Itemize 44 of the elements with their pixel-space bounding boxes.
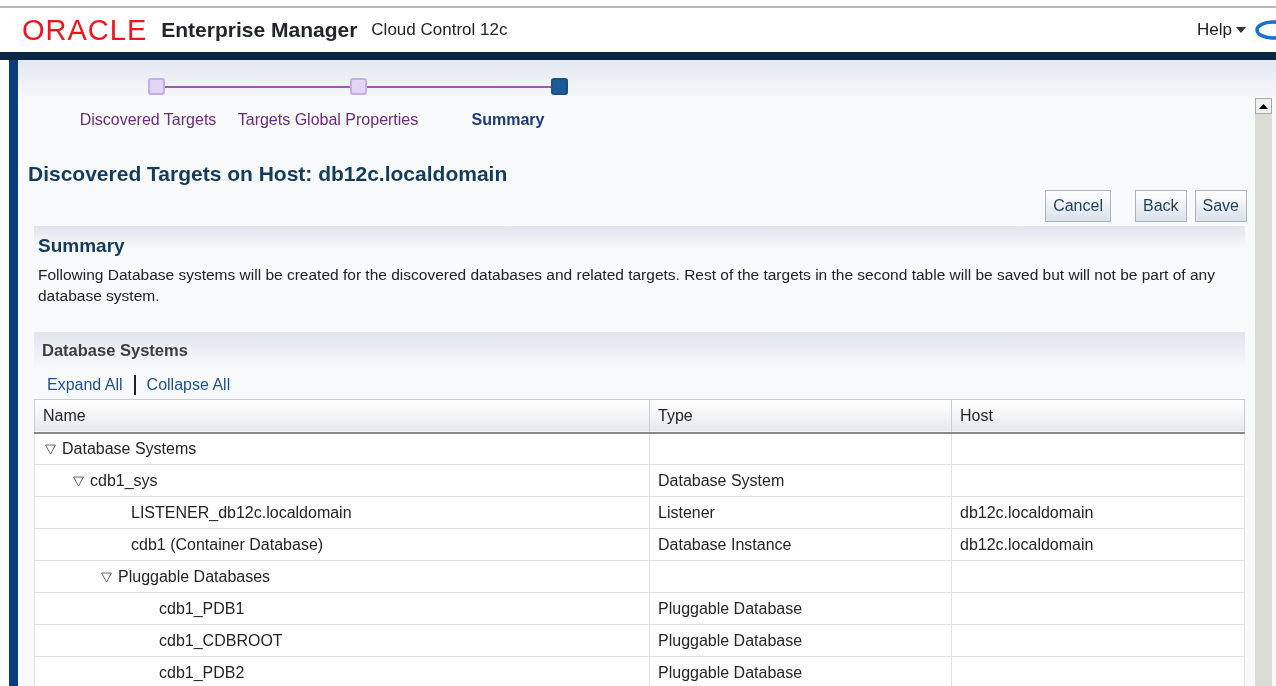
target-name: cdb1 (Container Database) [131,535,324,553]
target-type: Pluggable Database [649,624,952,657]
scroll-up-button[interactable] [1255,98,1272,114]
step-link[interactable]: Targets Global Properties [237,108,419,132]
oracle-logo: ORACLE [22,15,148,45]
step-marker[interactable] [148,78,165,95]
step-link[interactable]: Discovered Targets [79,108,217,132]
target-name: cdb1_CDBROOT [159,631,283,649]
collapse-triangle-icon[interactable] [101,572,112,583]
target-name: cdb1_sys [90,471,158,489]
target-type: Database Instance [649,528,952,561]
save-button[interactable]: Save [1194,189,1247,222]
target-type: Pluggable Database [649,592,952,625]
section-title: Summary [37,233,126,258]
step-marker[interactable] [349,78,367,95]
collapse-triangle-icon[interactable] [45,444,56,456]
caret-icon [1236,27,1246,33]
target-host: db12c.localdomain [951,496,1245,529]
target-type: Database System [649,464,952,497]
product-edition: Cloud Control 12c [371,19,508,42]
target-name: Database Systems [62,440,197,457]
collapse-triangle-icon[interactable] [73,476,84,487]
column-header[interactable]: Type [649,399,952,433]
target-type: Listener [649,496,952,529]
page-title: Discovered Targets on Host: db12c.localdomain [28,161,509,187]
target-name: Pluggable Databases [118,567,271,585]
cancel-button[interactable]: Cancel [1045,189,1111,222]
target-name: LISTENER_db12c.localdomain [131,503,352,521]
help-menu[interactable]: Help [1197,17,1232,43]
section-description: Following Database systems will be created for the discovered databases and related targets. Rest of the targets in the second table will be saved but will not be part of any database system. [37,265,1216,306]
step-link[interactable]: Summary [471,108,545,132]
target-type: Pluggable Database [649,656,952,686]
up-arrow-icon [1259,103,1268,109]
target-name: cdb1_PDB1 [159,599,245,617]
column-header[interactable]: Host [951,399,1245,433]
column-header[interactable]: Name [34,399,650,433]
step-marker[interactable] [551,78,568,95]
target-name: cdb1_PDB2 [159,663,245,681]
collapse-all-link[interactable]: Collapse All [146,372,231,397]
product-name: Enterprise Manager [161,17,358,44]
back-button[interactable]: Back [1134,189,1187,222]
target-host: db12c.localdomain [951,528,1245,561]
expand-all-link[interactable]: Expand All [47,372,123,397]
ring-icon [1254,18,1276,42]
